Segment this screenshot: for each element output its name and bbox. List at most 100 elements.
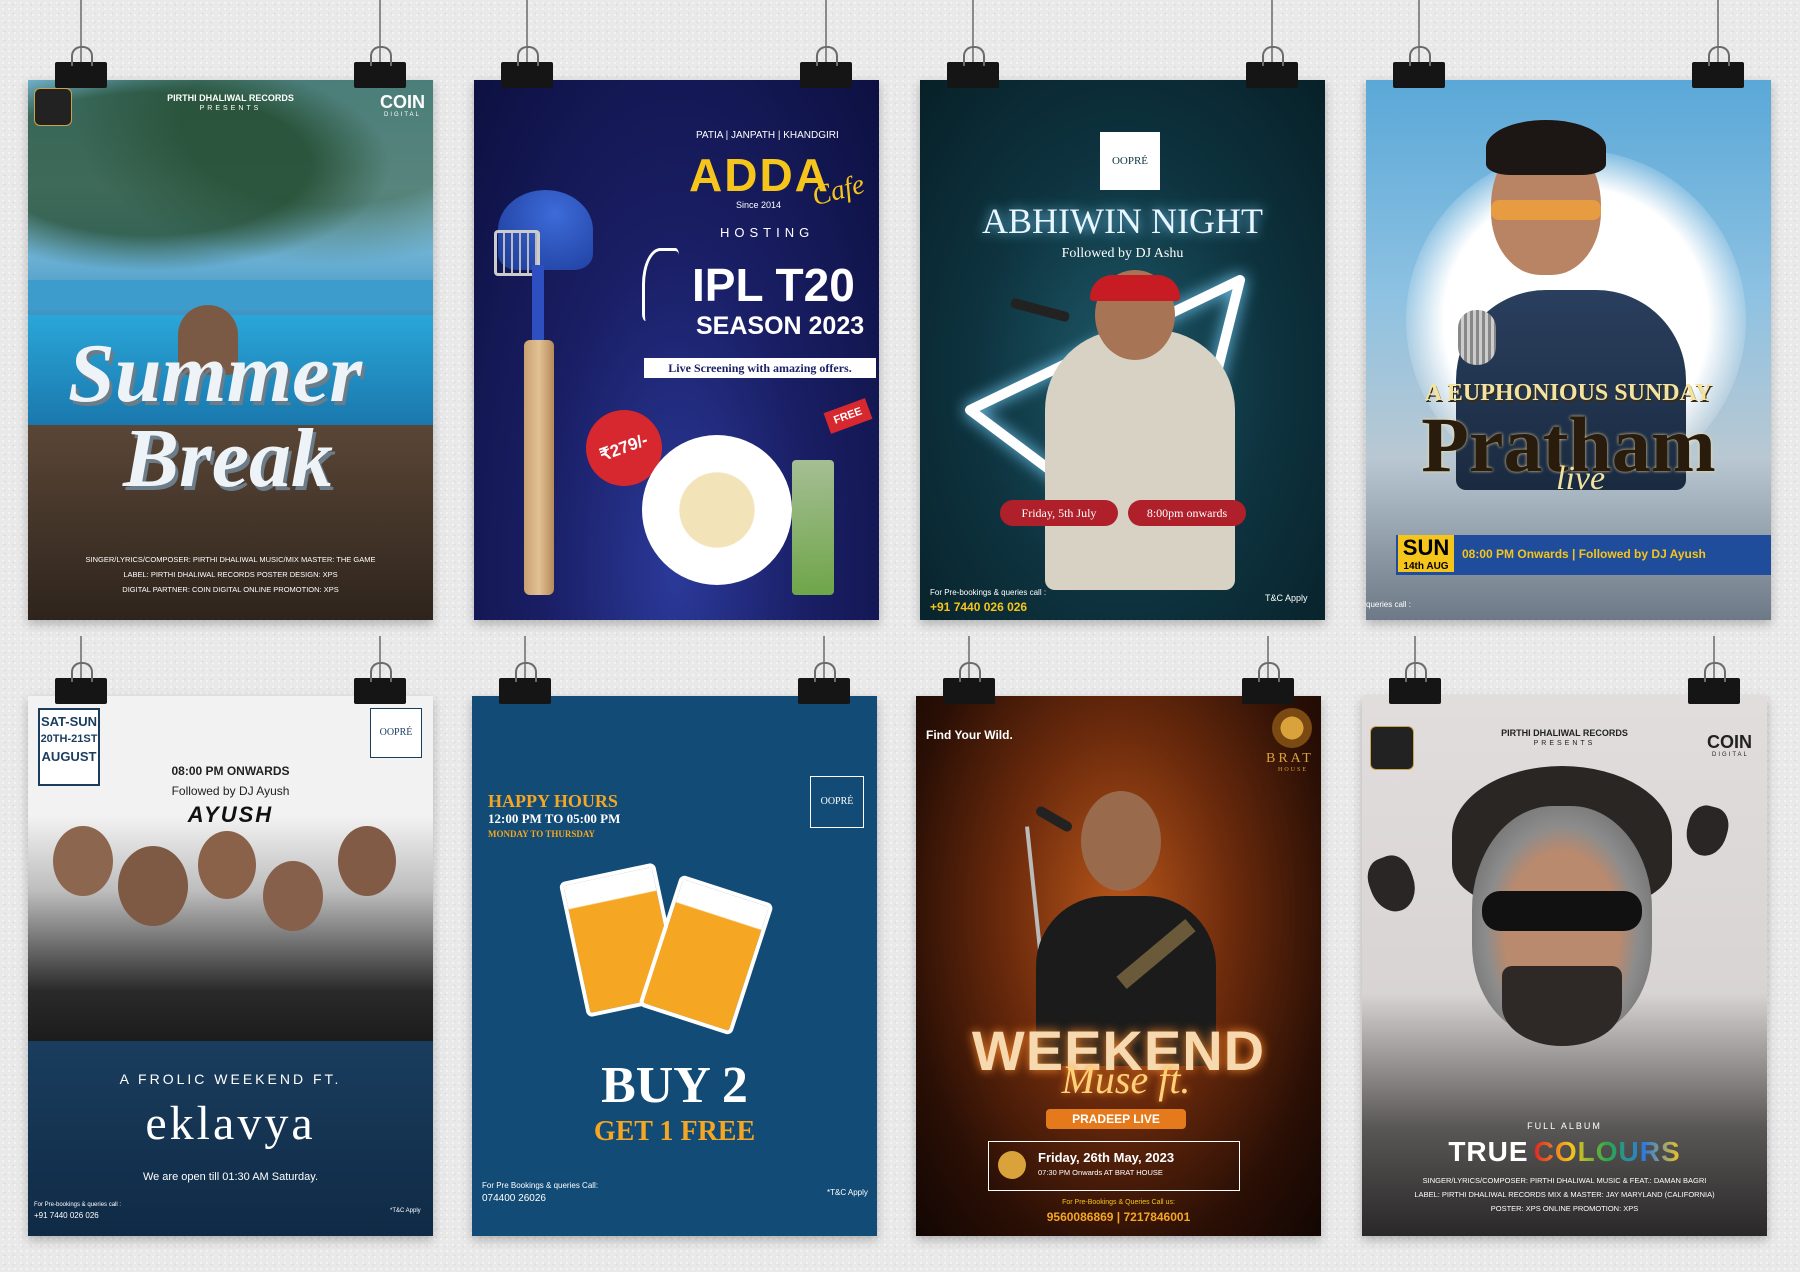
poster-adda-ipl: PATIA | JANPATH | KHANDGIRI ADDA Cafe Si… xyxy=(474,80,879,620)
presents: PRESENTS xyxy=(1533,740,1596,747)
muse-script: Muse ft. xyxy=(1061,1057,1191,1102)
time-pill: 8:00pm onwards xyxy=(1128,500,1246,526)
oopre-logo: OOPRÉ xyxy=(1100,132,1160,190)
singer-head xyxy=(1081,791,1161,891)
records-logo xyxy=(1370,726,1414,770)
sunglasses xyxy=(1491,200,1601,220)
singer-hair xyxy=(1486,120,1606,175)
ipl-batsman-icon xyxy=(642,248,679,321)
vintage-mic-icon xyxy=(1458,310,1496,365)
title-colours: COLOURS xyxy=(1533,1136,1681,1167)
dj-logo: AYUSH xyxy=(187,802,274,827)
date: Friday, 26th May, 2023 xyxy=(1038,1150,1175,1165)
presents: PRESENTS xyxy=(199,105,262,112)
sunglasses xyxy=(1482,891,1642,931)
tc: *T&C Apply xyxy=(390,1208,421,1214)
credit-line-3: POSTER: XPS ONLINE PROMOTION: XPS xyxy=(1490,1204,1639,1213)
oopre-logo: OOPRÉ xyxy=(370,708,422,758)
phone: +91 7440 026 026 xyxy=(34,1211,99,1220)
tc: *T&C Apply xyxy=(827,1188,868,1197)
queries: queries call : xyxy=(1366,600,1411,609)
credit-line-2: LABEL: PIRTHI DHALIWAL RECORDS POSTER DE… xyxy=(123,570,338,579)
poster-true-colours: PIRTHI DHALIWAL RECORDS PRESENTS COIN DI… xyxy=(1362,696,1767,1236)
season: SEASON 2023 xyxy=(696,312,865,340)
booking-label: For Pre-bookings & queries call : xyxy=(34,1202,122,1208)
tc: T&C Apply xyxy=(1265,593,1308,603)
day-badge: SUN xyxy=(1398,535,1454,561)
cricket-bat xyxy=(524,340,554,595)
booking-label: For Pre-bookings & queries call : xyxy=(930,588,1047,597)
open-hours: We are open till 01:30 AM Saturday. xyxy=(142,1171,319,1183)
band-name: eklavya xyxy=(145,1097,316,1150)
details: 08:00 PM Onwards | Followed by DJ Ayush xyxy=(1462,547,1706,561)
band-member xyxy=(53,826,113,896)
band-member xyxy=(118,846,188,926)
locations: PATIA | JANPATH | KHANDGIRI xyxy=(696,130,839,141)
poster-weekend-muse: Find Your Wild. BRAT HOUSE WEEKEND Muse … xyxy=(916,696,1321,1236)
leopard-logo-icon xyxy=(1272,708,1312,748)
mask-icon xyxy=(1681,801,1733,861)
tagline: Find Your Wild. xyxy=(926,728,1013,742)
live-script: live xyxy=(1556,460,1606,497)
date-pill: Friday, 5th July xyxy=(1000,500,1118,526)
time: 07:30 PM Onwards AT BRAT HOUSE xyxy=(1038,1168,1163,1177)
credit-line-1: SINGER/LYRICS/COMPOSER: PIRTHI DHALIWAL … xyxy=(1422,1176,1707,1185)
date-badge: 14th AUG xyxy=(1398,561,1454,572)
pasta-plate xyxy=(642,435,792,585)
dates: 20TH-21ST xyxy=(40,733,98,745)
buy: BUY 2 xyxy=(601,1057,748,1114)
brand-sub: HOUSE xyxy=(1278,767,1309,773)
hosting: HOSTING xyxy=(720,225,815,240)
booking-label: For Pre Bookings & queries Call: xyxy=(482,1181,599,1190)
followed: Followed by DJ Ayush xyxy=(171,784,290,798)
booking-label: For Pre-Bookings & Queries Call us: xyxy=(1062,1199,1175,1206)
credit-line-3: DIGITAL PARTNER: COIN DIGITAL ONLINE PRO… xyxy=(122,585,339,594)
label-records: PIRTHI DHALIWAL RECORDS xyxy=(1501,728,1628,738)
poster-eklavya: SAT-SUN 20TH-21ST AUGUST OOPRÉ 08:00 PM … xyxy=(28,696,433,1236)
band-member xyxy=(263,861,323,931)
mask-icon xyxy=(1362,850,1423,918)
oopre-logo: OOPRÉ xyxy=(810,776,864,828)
poster-summer-break: PIRTHI DHALIWAL RECORDS PRESENTS COIN DI… xyxy=(28,80,433,620)
artist-pill: PRADEEP LIVE xyxy=(1046,1109,1186,1129)
since: Since 2014 xyxy=(736,200,782,210)
time: 08:00 PM ONWARDS xyxy=(171,764,290,778)
brand: BRAT xyxy=(1266,751,1314,766)
coin-sub: DIGITAL xyxy=(384,112,421,118)
album-title: TRUE COLOURS xyxy=(1362,1136,1767,1168)
poster-pratham-live: A EUPHONIOUS SUNDAY Pratham live SUN 14t… xyxy=(1366,80,1771,620)
artist-beard xyxy=(1502,966,1622,1046)
get: GET 1 FREE xyxy=(593,1116,756,1147)
leopard-small-icon xyxy=(998,1151,1026,1179)
frolic: A FROLIC WEEKEND FT. xyxy=(119,1071,342,1087)
poster-abhiwin-night: OOPRÉ ABHIWIN NIGHT Followed by DJ Ashu … xyxy=(920,80,1325,620)
credit-line-1: SINGER/LYRICS/COMPOSER: PIRTHI DHALIWAL … xyxy=(85,555,376,564)
band-member xyxy=(338,826,396,896)
title: ABHIWIN NIGHT xyxy=(982,201,1263,241)
phone: 074400 26026 xyxy=(482,1193,546,1204)
month: AUGUST xyxy=(41,749,97,764)
brand-adda: ADDA xyxy=(689,149,830,201)
sea-horizon xyxy=(28,280,433,310)
time: 12:00 PM TO 05:00 PM xyxy=(488,811,621,826)
label-records: PIRTHI DHALIWAL RECORDS xyxy=(167,93,294,103)
bat-handle xyxy=(532,265,544,345)
title-summer: Summer xyxy=(68,327,363,420)
coin-logo: COIN xyxy=(380,92,425,112)
coin-logo: COIN xyxy=(1707,732,1752,752)
title-break: Break xyxy=(123,412,333,505)
banner: Live Screening with amazing offers. xyxy=(644,358,876,378)
credit-line-2: LABEL: PIRTHI DHALIWAL RECORDS MIX & MAS… xyxy=(1414,1190,1715,1199)
records-logo xyxy=(34,88,72,126)
microphone-icon xyxy=(1034,804,1074,834)
title-true: TRUE xyxy=(1448,1136,1529,1167)
coin-sub: DIGITAL xyxy=(1712,752,1749,758)
days: SAT-SUN xyxy=(40,714,98,729)
bandana xyxy=(1090,275,1180,301)
poster-happy-hours: HAPPY HOURS 12:00 PM TO 05:00 PM MONDAY … xyxy=(472,696,877,1236)
ipl-title: IPL T20 xyxy=(692,259,855,311)
mojito-glass xyxy=(792,460,834,595)
singer-body xyxy=(1045,330,1235,590)
phone: +91 7440 026 026 xyxy=(930,600,1028,614)
title: HAPPY HOURS xyxy=(488,791,618,811)
